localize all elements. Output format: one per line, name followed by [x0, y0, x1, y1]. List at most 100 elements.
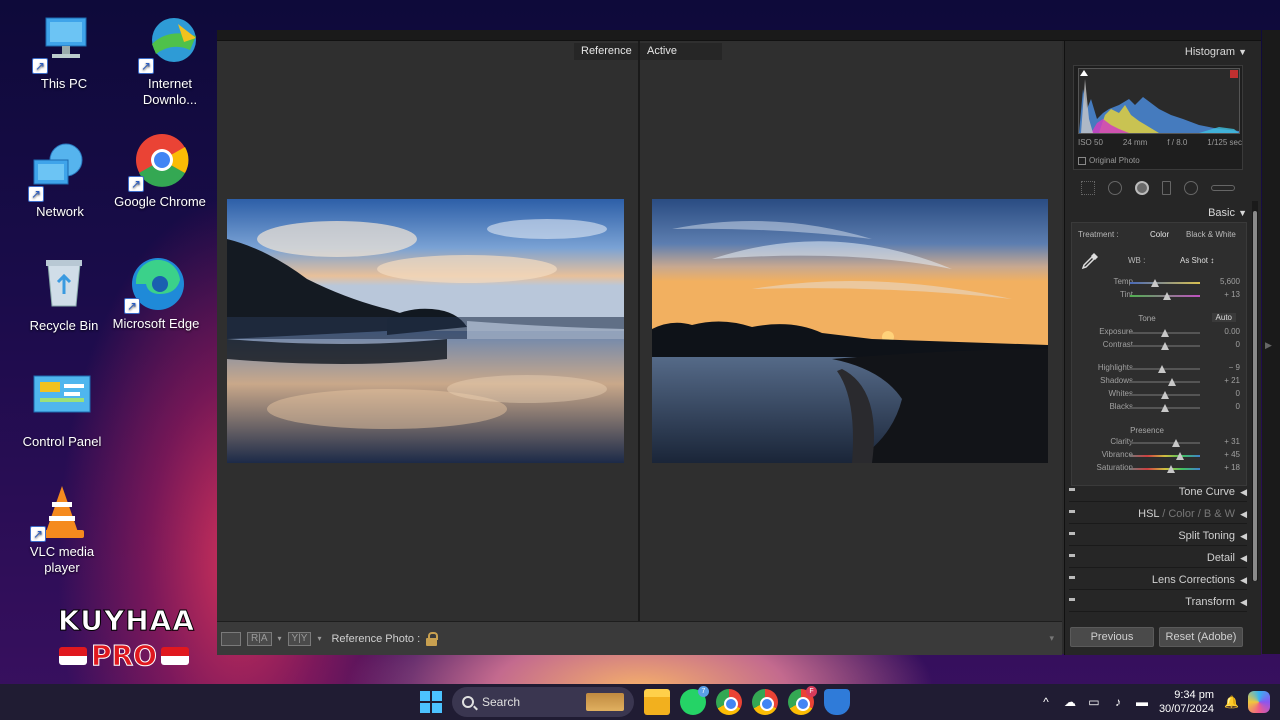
desktop-icon-recycle-bin[interactable]: Recycle Bin	[16, 256, 112, 334]
slider-track[interactable]	[1130, 452, 1200, 460]
tone-auto-button[interactable]: Auto	[1211, 313, 1236, 322]
desktop-icon-network[interactable]: ↗ Network	[12, 142, 108, 220]
slider-value[interactable]: − 9	[1229, 363, 1240, 372]
chrome-profile-f-taskbar-icon[interactable]: F	[788, 686, 817, 715]
slider-track[interactable]	[1130, 439, 1200, 447]
slider-knob[interactable]	[1161, 391, 1169, 399]
slider-knob[interactable]	[1161, 404, 1169, 412]
notification-bell-icon[interactable]: 🔔	[1224, 696, 1239, 708]
slider-track[interactable]	[1130, 391, 1200, 399]
original-photo-checkbox[interactable]	[1078, 156, 1086, 165]
slider-value[interactable]: 0	[1236, 402, 1240, 411]
slider-knob[interactable]	[1150, 279, 1159, 287]
bw-tab[interactable]: B & W	[1204, 508, 1235, 520]
basic-header[interactable]: Basic ▼	[1069, 204, 1247, 222]
slider-track[interactable]	[1130, 465, 1200, 473]
hsl-tab[interactable]: HSL	[1138, 508, 1159, 520]
monitor-network-icon[interactable]: ▭	[1087, 696, 1101, 708]
slider-value[interactable]: 5,600	[1220, 277, 1240, 286]
clock[interactable]: 9:34 pm 30/07/2024	[1159, 688, 1214, 716]
active-pane-label[interactable]: Active	[640, 43, 722, 60]
expand-triangle-icon[interactable]: ◀	[1240, 548, 1247, 568]
ra-view-button[interactable]: R|A	[247, 631, 272, 646]
loupe-view-button[interactable]	[221, 631, 241, 646]
onedrive-cloud-icon[interactable]: ☁	[1063, 696, 1077, 708]
slider-track[interactable]	[1130, 279, 1200, 287]
expand-triangle-icon[interactable]: ◀	[1240, 482, 1247, 502]
red-eye-icon[interactable]	[1135, 181, 1150, 195]
eyedropper-icon[interactable]	[1080, 251, 1100, 271]
expand-triangle-icon[interactable]: ◀	[1240, 592, 1247, 612]
slider-value[interactable]: 0.00	[1224, 327, 1240, 336]
desktop-icon-chrome[interactable]: ↗ Google Chrome	[112, 132, 208, 210]
slider-track[interactable]	[1130, 342, 1200, 350]
expand-right-icon[interactable]: ▶	[1265, 340, 1272, 351]
slider-track[interactable]	[1130, 378, 1200, 386]
copilot-icon[interactable]	[1248, 691, 1270, 713]
slider-knob[interactable]	[1168, 378, 1176, 386]
treatment-color-option[interactable]: Color	[1150, 230, 1169, 239]
file-explorer-icon[interactable]	[644, 689, 670, 715]
histogram-header[interactable]: Histogram ▼	[1069, 43, 1247, 61]
yy-view-button[interactable]: Y|Y	[287, 631, 312, 646]
wb-dropdown[interactable]: As Shot ↕	[1180, 256, 1214, 265]
expand-triangle-icon[interactable]: ◀	[1240, 504, 1247, 524]
hsl-panel-header[interactable]: HSL / Color / B & W ◀	[1069, 504, 1247, 524]
original-photo-toggle[interactable]: Original Photo	[1078, 156, 1140, 165]
desktop-icon-vlc[interactable]: ↗ VLC media player	[14, 482, 110, 576]
reset-button[interactable]: Reset (Adobe)	[1159, 627, 1243, 647]
slider-track[interactable]	[1130, 329, 1200, 337]
graduated-filter-icon[interactable]	[1161, 181, 1171, 195]
slider-value[interactable]: + 31	[1224, 437, 1240, 446]
desktop-icon-idm[interactable]: ↗ Internet Downlo...	[122, 14, 218, 108]
reference-pane-label[interactable]: Reference	[574, 43, 639, 60]
slider-knob[interactable]	[1157, 365, 1166, 373]
lens-corrections-panel-header[interactable]: Lens Corrections ◀	[1069, 570, 1247, 590]
volume-icon[interactable]: ♪	[1111, 696, 1125, 708]
windows-security-icon[interactable]	[824, 689, 850, 715]
slider-track[interactable]	[1130, 404, 1200, 412]
slider-knob[interactable]	[1171, 439, 1180, 447]
collapse-triangle-icon[interactable]: ▼	[1238, 204, 1247, 222]
toolbar-menu-chevron-icon[interactable]: ▾	[1049, 633, 1054, 644]
color-tab[interactable]: Color	[1168, 508, 1194, 520]
slider-knob[interactable]	[1163, 292, 1172, 300]
taskbar-search[interactable]: Search	[452, 687, 634, 717]
spot-removal-icon[interactable]	[1108, 181, 1123, 195]
expand-triangle-icon[interactable]: ◀	[1240, 570, 1247, 590]
windows-start-icon[interactable]	[420, 691, 442, 713]
chrome-taskbar-icon[interactable]	[716, 689, 742, 715]
expand-triangle-icon[interactable]: ◀	[1240, 526, 1247, 546]
slider-value[interactable]: 0	[1236, 340, 1240, 349]
active-photo[interactable]	[652, 199, 1048, 463]
crop-grid-icon[interactable]	[1081, 181, 1096, 195]
slider-value[interactable]: + 21	[1224, 376, 1240, 385]
transform-panel-header[interactable]: Transform ◀	[1069, 592, 1247, 612]
tone-curve-panel-header[interactable]: Tone Curve ◀	[1069, 482, 1247, 502]
desktop-icon-control-panel[interactable]: Control Panel	[14, 372, 110, 450]
slider-knob[interactable]	[1167, 465, 1176, 473]
split-toning-panel-header[interactable]: Split Toning ◀	[1069, 526, 1247, 546]
lock-icon[interactable]	[426, 631, 439, 646]
slider-track[interactable]	[1130, 292, 1200, 300]
panel-scrollbar-thumb[interactable]	[1253, 211, 1257, 581]
chevron-up-icon[interactable]: ^	[1039, 696, 1053, 708]
treatment-bw-option[interactable]: Black & White	[1186, 230, 1236, 239]
slider-value[interactable]: + 18	[1224, 463, 1240, 472]
slider-knob[interactable]	[1161, 329, 1169, 337]
previous-button[interactable]: Previous	[1070, 627, 1154, 647]
slider-value[interactable]: + 13	[1224, 290, 1240, 299]
shadow-clipping-icon[interactable]	[1080, 70, 1088, 76]
slider-value[interactable]: 0	[1236, 389, 1240, 398]
slider-knob[interactable]	[1176, 452, 1185, 460]
chrome-profile-taskbar-icon[interactable]	[752, 689, 778, 715]
slider-knob[interactable]	[1161, 342, 1169, 350]
detail-panel-header[interactable]: Detail ◀	[1069, 548, 1247, 568]
battery-icon[interactable]: ▬	[1135, 696, 1149, 708]
whatsapp-icon[interactable]: 7	[680, 686, 709, 715]
adjustment-brush-icon[interactable]	[1210, 185, 1235, 191]
radial-filter-icon[interactable]	[1183, 181, 1198, 195]
desktop-icon-this-pc[interactable]: ↗ This PC	[16, 14, 112, 92]
slider-track[interactable]	[1130, 365, 1200, 373]
slider-value[interactable]: + 45	[1224, 450, 1240, 459]
